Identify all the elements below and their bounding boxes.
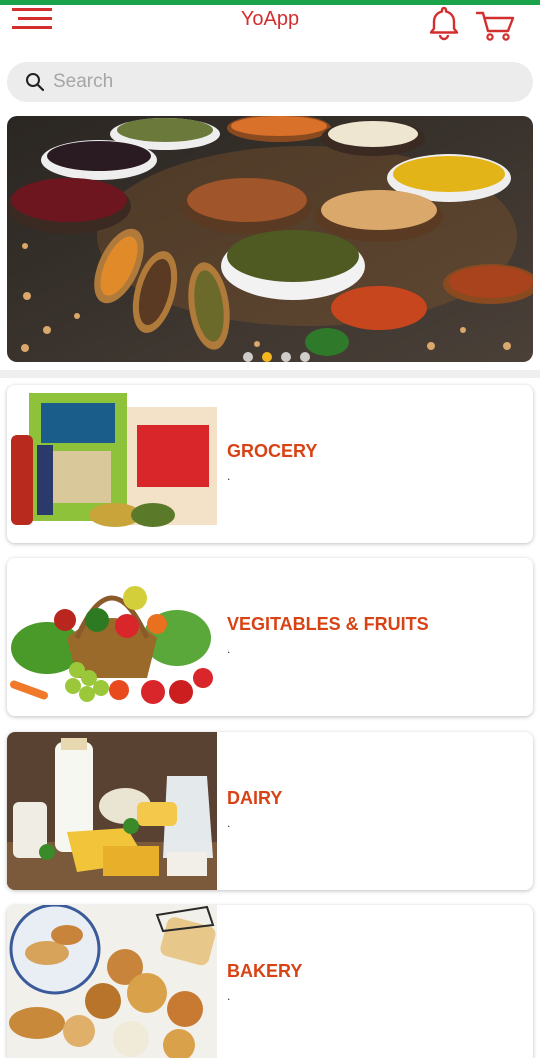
dairy-image <box>7 732 217 890</box>
banner-carousel[interactable] <box>7 116 533 362</box>
vegetables-fruits-image <box>7 558 217 716</box>
carousel-dot[interactable] <box>300 352 310 362</box>
section-divider <box>0 370 540 378</box>
category-label-dairy: DAIRY <box>227 788 283 808</box>
search-input[interactable] <box>53 62 513 102</box>
cart-icon[interactable] <box>475 5 517 41</box>
carousel-indicators <box>7 352 533 362</box>
category-label-bakery: BAKERY <box>227 961 303 981</box>
category-card-grocery[interactable]: GROCERY . <box>7 385 533 543</box>
search-icon <box>26 73 45 92</box>
category-subtitle: . <box>227 469 231 483</box>
category-subtitle: . <box>227 989 231 1003</box>
bell-icon[interactable] <box>426 5 462 41</box>
carousel-dot[interactable] <box>243 352 253 362</box>
category-label-vegitables-fruits: VEGITABLES & FRUITS <box>227 614 429 634</box>
category-card-vegitables-fruits[interactable]: VEGITABLES & FRUITS . <box>7 558 533 716</box>
carousel-dot[interactable] <box>281 352 291 362</box>
category-subtitle: . <box>227 816 231 830</box>
category-label-grocery: GROCERY <box>227 441 318 461</box>
category-card-dairy[interactable]: DAIRY . <box>7 732 533 890</box>
bakery-image <box>7 905 217 1058</box>
search-bar[interactable] <box>7 62 533 102</box>
grocery-image <box>7 385 217 543</box>
app-header: YoApp <box>0 5 540 55</box>
banner-image <box>7 116 533 362</box>
category-card-bakery[interactable]: BAKERY . <box>7 905 533 1058</box>
category-subtitle: . <box>227 642 231 656</box>
carousel-dot[interactable] <box>262 352 272 362</box>
